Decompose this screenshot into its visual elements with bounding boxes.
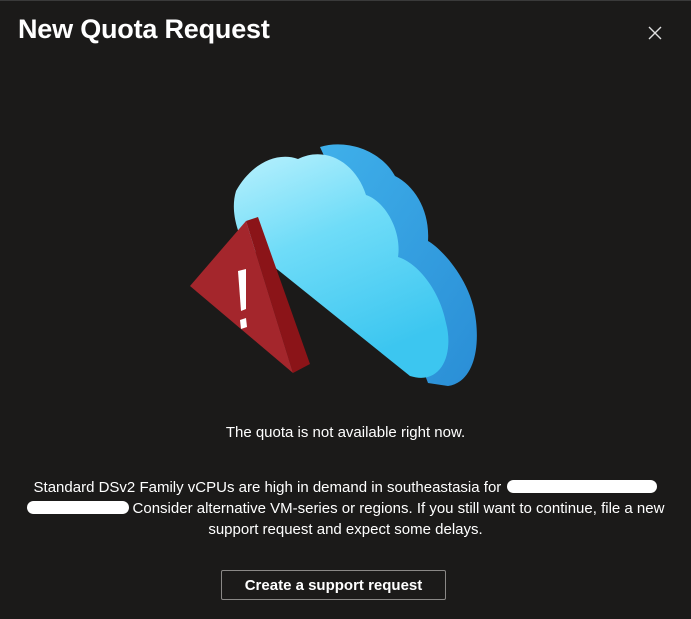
quota-unavailable-illustration — [190, 144, 477, 386]
message-text-part1: Standard DSv2 Family vCPUs are high in d… — [33, 479, 502, 496]
create-support-request-button[interactable]: Create a support request — [221, 570, 446, 600]
redacted-subscription-id — [26, 500, 129, 514]
close-button[interactable] — [641, 19, 669, 47]
dialog-title: New Quota Request — [18, 14, 270, 44]
new-quota-request-dialog: New Quota Request The quota is not avail… — [0, 0, 691, 619]
redacted-subscription — [507, 479, 658, 493]
message-text-part2: Consider alternative VM-series or region… — [132, 500, 665, 538]
close-icon — [648, 26, 662, 40]
status-text: The quota is not available right now. — [225, 424, 466, 441]
quota-message: Standard DSv2 Family vCPUs are high in d… — [14, 477, 677, 540]
